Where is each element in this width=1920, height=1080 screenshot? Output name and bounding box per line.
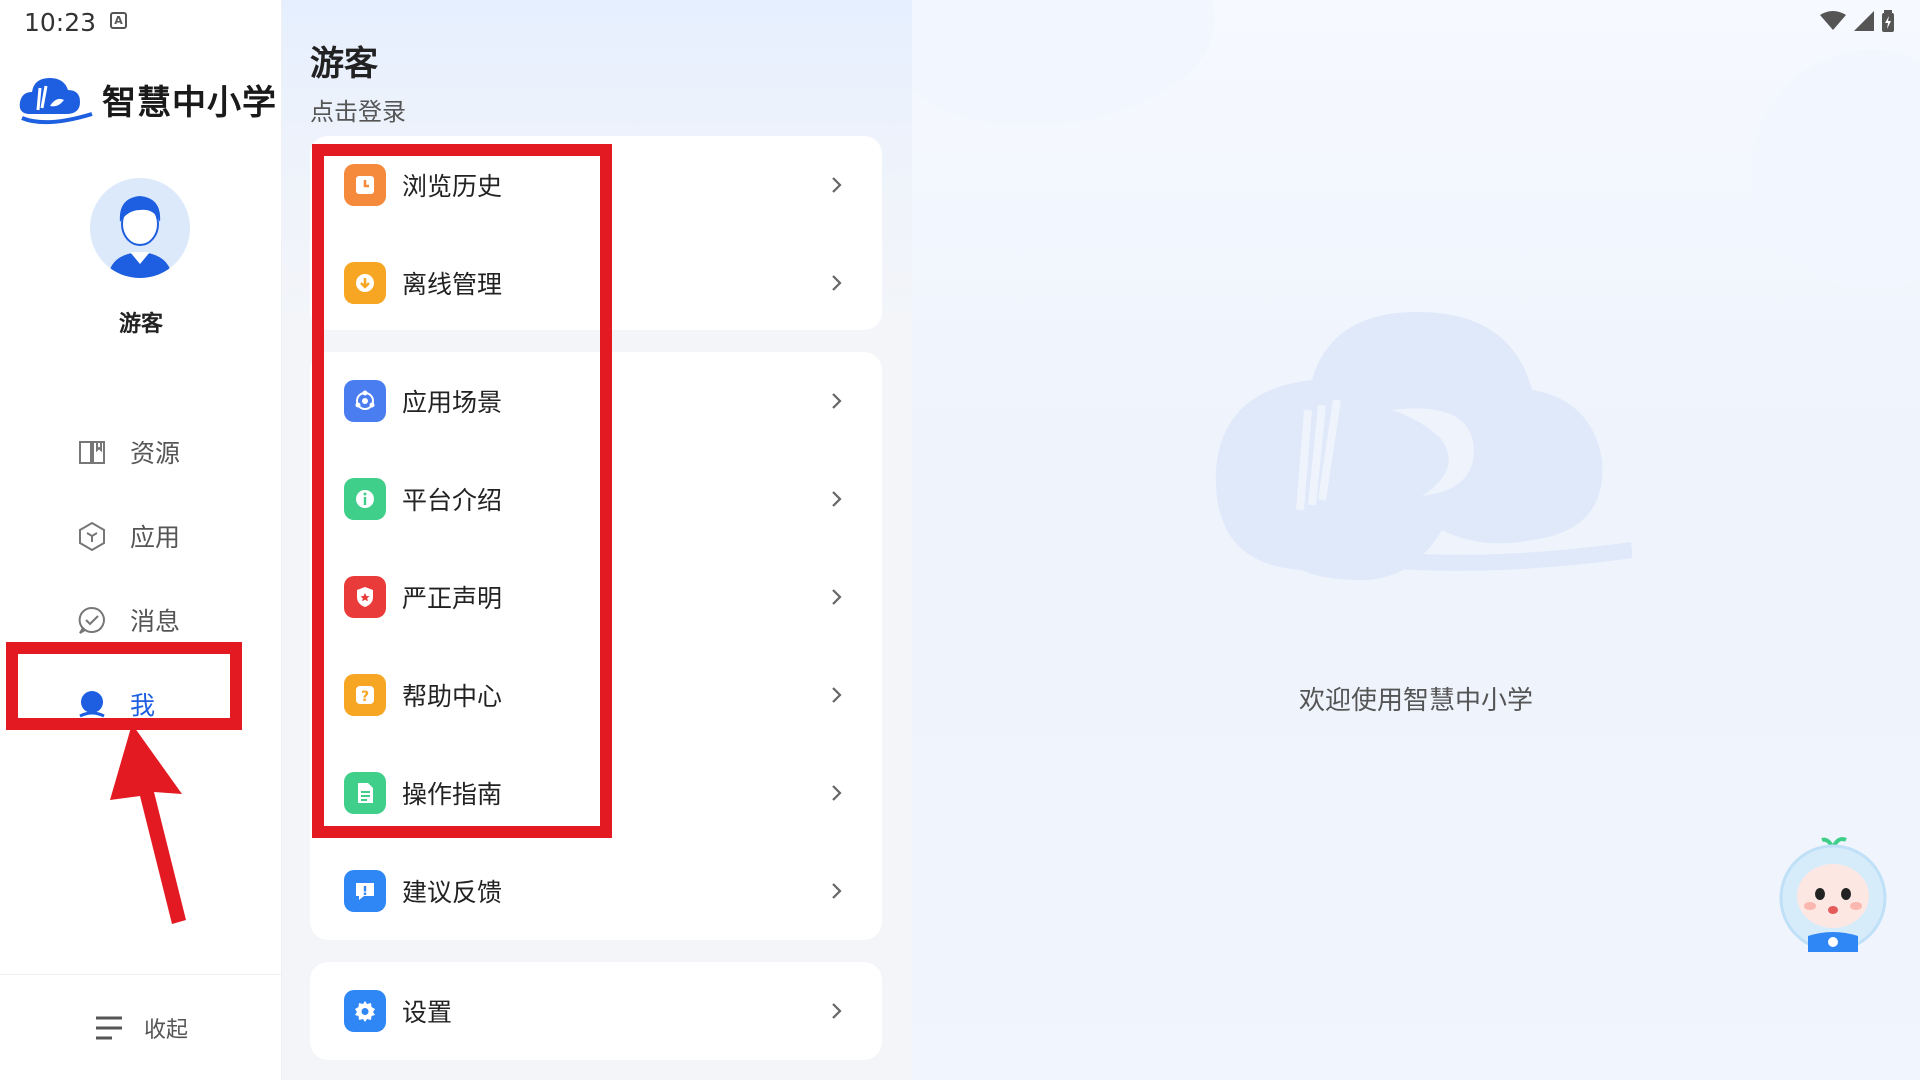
row-scenes[interactable]: 应用场景	[310, 352, 882, 450]
shield-icon	[344, 576, 386, 618]
row-offline[interactable]: 离线管理	[310, 234, 882, 332]
nav-label: 应用	[130, 523, 181, 552]
annotation-arrow-icon	[110, 724, 186, 924]
login-link[interactable]: 点击登录	[310, 92, 406, 127]
nav-label: 资源	[130, 439, 181, 468]
help-icon: ?	[344, 674, 386, 716]
row-feedback[interactable]: 建议反馈	[310, 842, 882, 940]
chevron-right-icon	[832, 589, 842, 605]
nav-item-resources[interactable]: 资源	[0, 410, 282, 494]
user-name: 游客	[118, 312, 163, 337]
message-icon	[78, 606, 105, 634]
collapse-label: 收起	[143, 1017, 188, 1043]
chevron-right-icon	[832, 785, 842, 801]
row-settings[interactable]: 设置	[310, 962, 882, 1060]
brand-logo-icon	[19, 78, 93, 125]
menu-icon	[95, 1016, 122, 1039]
svg-text:?: ?	[361, 689, 369, 705]
nav-item-messages[interactable]: 消息	[0, 578, 282, 662]
history-icon	[344, 164, 386, 206]
menu-card-2: 应用场景 平台介绍 严正声明 ? 帮助中心 操作指南 建议反馈	[310, 352, 882, 940]
welcome-panel: 欢迎使用智慧中小学	[912, 0, 1920, 1080]
mascot-icon	[1779, 837, 1887, 952]
chevron-right-icon	[832, 1003, 842, 1019]
scene-icon	[344, 380, 386, 422]
row-label: 浏览历史	[402, 172, 503, 201]
settings-icon	[344, 990, 386, 1032]
row-platform-intro[interactable]: 平台介绍	[310, 450, 882, 548]
nav-item-apps[interactable]: 应用	[0, 494, 282, 578]
profile-panel: 游客 点击登录 浏览历史 离线管理 应用场景 平台介绍 严正声明 ? 帮助中心 …	[282, 0, 912, 1080]
guide-icon	[344, 772, 386, 814]
chevron-right-icon	[832, 883, 842, 899]
info-icon	[344, 478, 386, 520]
chevron-right-icon	[832, 177, 842, 193]
feedback-icon	[344, 870, 386, 912]
row-label: 严正声明	[402, 584, 503, 613]
row-label: 帮助中心	[402, 682, 503, 711]
brand-name: 智慧中小学	[102, 82, 277, 123]
row-help-center[interactable]: ? 帮助中心	[310, 646, 882, 744]
avatar-person-icon	[90, 178, 190, 278]
person-icon	[79, 691, 105, 718]
row-label: 应用场景	[402, 388, 503, 417]
cloud-logo-watermark	[1215, 311, 1632, 580]
assistant-mascot[interactable]	[1778, 834, 1888, 956]
cube-icon	[79, 521, 105, 552]
row-label: 建议反馈	[402, 878, 503, 907]
chevron-right-icon	[832, 491, 842, 507]
chevron-right-icon	[832, 393, 842, 409]
row-history[interactable]: 浏览历史	[310, 136, 882, 234]
chevron-right-icon	[832, 687, 842, 703]
download-icon	[344, 262, 386, 304]
side-nav: 资源 应用 消息 我	[0, 410, 282, 746]
row-guide[interactable]: 操作指南	[310, 744, 882, 842]
nav-label: 消息	[130, 607, 181, 636]
menu-card-3: 设置	[310, 962, 882, 1060]
avatar[interactable]	[90, 178, 190, 278]
row-label: 操作指南	[402, 780, 503, 809]
row-label: 平台介绍	[402, 486, 503, 515]
row-statement[interactable]: 严正声明	[310, 548, 882, 646]
nav-label: 我	[130, 691, 156, 720]
book-icon	[79, 441, 105, 464]
row-label: 离线管理	[402, 270, 503, 299]
menu-card-1: 浏览历史 离线管理	[310, 136, 882, 330]
brand: 智慧中小学	[16, 70, 277, 128]
welcome-text: 欢迎使用智慧中小学	[1298, 686, 1533, 716]
profile-title: 游客	[310, 44, 378, 84]
chevron-right-icon	[832, 275, 842, 291]
row-label: 设置	[402, 998, 453, 1027]
collapse-button[interactable]: 收起	[0, 974, 282, 1080]
